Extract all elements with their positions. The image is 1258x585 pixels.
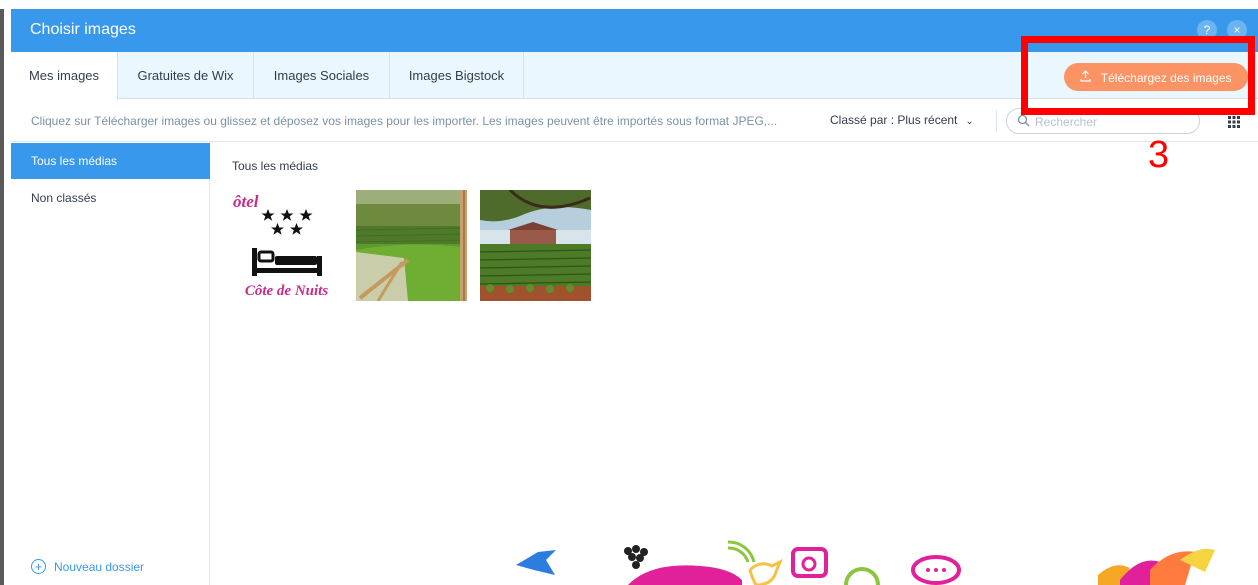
- search-icon: [1017, 114, 1030, 132]
- highlight-box: [1021, 36, 1255, 115]
- step-number: 3: [1148, 134, 1170, 176]
- new-folder-button[interactable]: + Nouveau dossier: [31, 559, 145, 575]
- sort-label: Classé par : Plus récent: [830, 113, 958, 127]
- deckchair-shape: [356, 252, 410, 301]
- chevron-down-icon: ⌄: [965, 116, 974, 127]
- dialog-title: Choisir images: [30, 21, 136, 38]
- thumbnail-vineyard-deckchair[interactable]: [356, 190, 467, 301]
- window-edge: [0, 0, 4, 585]
- search-placeholder: Rechercher: [1035, 115, 1098, 129]
- tab-mes-images[interactable]: Mes images: [11, 52, 118, 100]
- thumbnail-vineyard-chateau[interactable]: [480, 190, 591, 301]
- media-gallery: Tous les médias ôtel Côte de Nuits: [211, 143, 1258, 585]
- sort-dropdown[interactable]: Classé par : Plus récent ⌄: [830, 113, 974, 127]
- grid-icon[interactable]: [1228, 115, 1240, 128]
- tab-images-bigstock[interactable]: Images Bigstock: [390, 52, 524, 99]
- sidebar-item-all-media[interactable]: Tous les médias: [11, 143, 210, 179]
- folders-sidebar: Tous les médias Non classés + Nouveau dos…: [11, 143, 210, 585]
- section-title: Tous les médias: [232, 159, 319, 173]
- plus-icon: +: [31, 559, 46, 575]
- tab-gratuites-de-wix[interactable]: Gratuites de Wix: [118, 52, 254, 99]
- top-strip: [0, 0, 1258, 9]
- new-folder-label: Nouveau dossier: [54, 559, 145, 574]
- toolbar-divider: [996, 110, 997, 132]
- thumbnail-hotel-logo[interactable]: ôtel Côte de Nuits: [231, 190, 342, 301]
- sidebar-item-unclassified[interactable]: Non classés: [11, 180, 210, 216]
- logo-top-text: ôtel: [233, 192, 259, 211]
- logo-bottom-text: Côte de Nuits: [245, 283, 328, 299]
- screen: Choisir images ? × Mes images Gratuites …: [0, 0, 1258, 585]
- tab-images-sociales[interactable]: Images Sociales: [254, 52, 390, 99]
- upload-hint: Cliquez sur Télécharger images ou glisse…: [31, 114, 778, 128]
